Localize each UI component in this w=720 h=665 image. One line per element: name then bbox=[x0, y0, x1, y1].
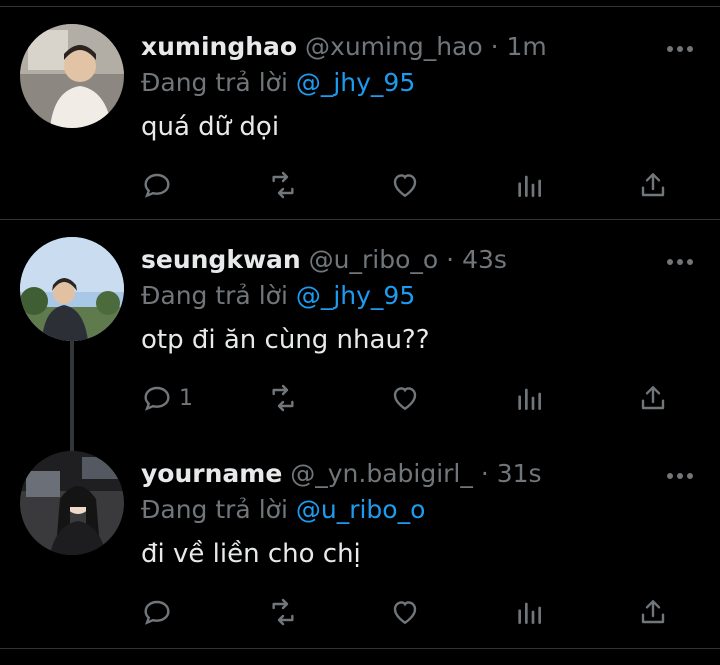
timestamp[interactable]: 43s bbox=[462, 245, 507, 274]
timestamp[interactable]: 31s bbox=[497, 459, 542, 488]
replying-to: Đang trả lời @_jhy_95 bbox=[141, 279, 415, 313]
reply-button[interactable] bbox=[141, 168, 179, 202]
more-icon[interactable] bbox=[664, 461, 696, 491]
views-icon bbox=[518, 388, 541, 410]
tweet-header: seungkwan @u_ribo_o · 43s bbox=[141, 243, 507, 277]
mention-link[interactable]: @_jhy_95 bbox=[296, 281, 415, 310]
views-button[interactable] bbox=[513, 168, 545, 202]
timestamp[interactable]: 1m bbox=[507, 32, 547, 61]
avatar[interactable] bbox=[20, 24, 124, 128]
action-bar bbox=[141, 595, 681, 629]
retweet-icon bbox=[272, 598, 294, 626]
username[interactable]: @u_ribo_o bbox=[309, 245, 439, 274]
reply-icon bbox=[144, 600, 170, 625]
action-bar bbox=[141, 168, 681, 202]
share-icon bbox=[641, 600, 665, 624]
like-button[interactable] bbox=[389, 381, 421, 415]
share-icon bbox=[641, 173, 665, 197]
like-icon bbox=[393, 387, 417, 411]
mention-link[interactable]: @_jhy_95 bbox=[296, 68, 415, 97]
retweet-icon bbox=[272, 384, 294, 412]
like-icon bbox=[393, 601, 417, 625]
more-icon[interactable] bbox=[664, 247, 696, 277]
tweet-text: otp đi ăn cùng nhau?? bbox=[141, 325, 430, 355]
replying-to-label: Đang trả lời bbox=[141, 68, 288, 97]
retweet-button[interactable] bbox=[267, 168, 299, 202]
like-button[interactable] bbox=[389, 168, 421, 202]
display-name[interactable]: yourname bbox=[141, 459, 282, 488]
action-bar: 1 bbox=[141, 381, 681, 415]
reply-icon bbox=[144, 386, 170, 411]
retweet-button[interactable] bbox=[267, 381, 299, 415]
share-button[interactable] bbox=[637, 381, 669, 415]
bottom-divider bbox=[0, 648, 720, 649]
username[interactable]: @_yn.babigirl_ bbox=[290, 459, 473, 488]
views-icon bbox=[518, 602, 541, 624]
separator-dot: · bbox=[480, 459, 489, 488]
like-icon bbox=[393, 174, 417, 198]
avatar[interactable] bbox=[20, 451, 124, 555]
share-button[interactable] bbox=[637, 595, 669, 629]
top-divider bbox=[0, 6, 720, 7]
mention-link[interactable]: @u_ribo_o bbox=[296, 495, 426, 524]
views-icon bbox=[518, 175, 541, 197]
reply-count: 1 bbox=[179, 385, 193, 411]
replying-to: Đang trả lời @u_ribo_o bbox=[141, 493, 425, 527]
tweet-text: đi về liền cho chị bbox=[141, 539, 361, 569]
replying-to: Đang trả lời @_jhy_95 bbox=[141, 66, 415, 100]
display-name[interactable]: seungkwan bbox=[141, 245, 301, 274]
username[interactable]: @xuming_hao bbox=[305, 32, 483, 61]
separator-dot: · bbox=[490, 32, 499, 61]
retweet-icon bbox=[272, 171, 294, 199]
avatar[interactable] bbox=[20, 237, 124, 341]
thread-line bbox=[70, 340, 74, 456]
display-name[interactable]: xuminghao bbox=[141, 32, 297, 61]
reply-button[interactable] bbox=[141, 595, 179, 629]
more-icon[interactable] bbox=[664, 34, 696, 64]
like-button[interactable] bbox=[389, 595, 421, 629]
share-icon bbox=[641, 386, 665, 410]
reply-button[interactable]: 1 bbox=[141, 381, 193, 415]
retweet-button[interactable] bbox=[267, 595, 299, 629]
views-button[interactable] bbox=[513, 595, 545, 629]
share-button[interactable] bbox=[637, 168, 669, 202]
tweet-header: xuminghao @xuming_hao · 1m bbox=[141, 30, 547, 64]
separator-dot: · bbox=[446, 245, 455, 274]
replying-to-label: Đang trả lời bbox=[141, 495, 288, 524]
tweet-header: yourname @_yn.babigirl_ · 31s bbox=[141, 457, 542, 491]
replying-to-label: Đang trả lời bbox=[141, 281, 288, 310]
tweet-text: quá dữ dọi bbox=[141, 112, 280, 142]
tweet-divider bbox=[0, 219, 720, 220]
reply-icon bbox=[144, 173, 170, 198]
views-button[interactable] bbox=[513, 381, 545, 415]
